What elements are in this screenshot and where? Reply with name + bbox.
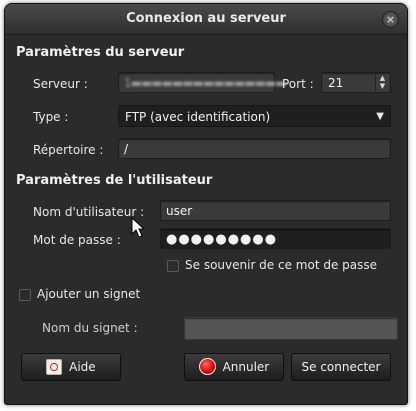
spin-down-icon[interactable]: ▼ xyxy=(376,82,389,90)
remember-password-checkbox[interactable] xyxy=(167,260,179,272)
remember-password-label[interactable]: Se souvenir de ce mot de passe xyxy=(185,258,377,272)
spinner-arrows-icon[interactable]: ▲ ▼ xyxy=(375,74,389,91)
cancel-icon xyxy=(198,358,216,375)
directory-label: Répertoire : xyxy=(33,143,104,157)
directory-input[interactable]: / xyxy=(118,138,391,159)
type-value: FTP (avec identification) xyxy=(125,110,271,124)
port-spinbutton[interactable]: 21 ▲ ▼ xyxy=(321,72,391,93)
bookmark-name-label: Nom du signet : xyxy=(42,321,138,335)
title-bar[interactable]: Connexion au serveur × xyxy=(5,4,407,35)
close-icon[interactable]: × xyxy=(382,11,399,28)
help-icon xyxy=(46,358,63,375)
connect-to-server-dialog: Connexion au serveur × Paramètres du ser… xyxy=(4,3,408,405)
bookmark-name-input[interactable] xyxy=(184,317,398,340)
connect-button[interactable]: Se connecter xyxy=(291,353,391,381)
spin-up-icon[interactable]: ▲ xyxy=(376,74,389,82)
username-label: Nom d'utilisateur : xyxy=(33,205,145,219)
directory-value: / xyxy=(124,142,129,156)
help-button[interactable]: Aide xyxy=(21,353,121,381)
port-value: 21 xyxy=(328,76,344,90)
username-input[interactable]: user xyxy=(160,200,391,221)
add-bookmark-label[interactable]: Ajouter un signet xyxy=(37,287,140,301)
window-title: Connexion au serveur xyxy=(126,11,286,26)
password-value: ●●●●●●●●● xyxy=(166,232,278,247)
port-label: Port : xyxy=(282,77,314,91)
server-input[interactable]: 1▬▬▬▬▬▬▬▬▬▬▬▬▬▬▬ xyxy=(118,72,287,93)
user-section-heading: Paramètres de l'utilisateur xyxy=(16,173,213,188)
chevron-down-icon: ▼ xyxy=(376,111,384,122)
server-section-heading: Paramètres du serveur xyxy=(16,45,185,60)
username-value: user xyxy=(166,204,193,218)
type-dropdown[interactable]: FTP (avec identification) ▼ xyxy=(118,105,391,127)
connect-button-label: Se connecter xyxy=(301,360,381,374)
password-label: Mot de passe : xyxy=(33,233,121,247)
server-value: 1▬▬▬▬▬▬▬▬▬▬▬▬▬▬▬ xyxy=(124,76,287,90)
help-button-label: Aide xyxy=(69,360,96,374)
mouse-pointer-icon xyxy=(131,217,146,238)
cancel-button[interactable]: Annuler xyxy=(184,353,284,381)
password-input[interactable]: ●●●●●●●●● xyxy=(160,228,391,249)
add-bookmark-checkbox[interactable] xyxy=(19,289,31,301)
cancel-button-label: Annuler xyxy=(222,360,270,374)
type-label: Type : xyxy=(33,110,69,124)
server-label: Serveur : xyxy=(33,77,88,91)
